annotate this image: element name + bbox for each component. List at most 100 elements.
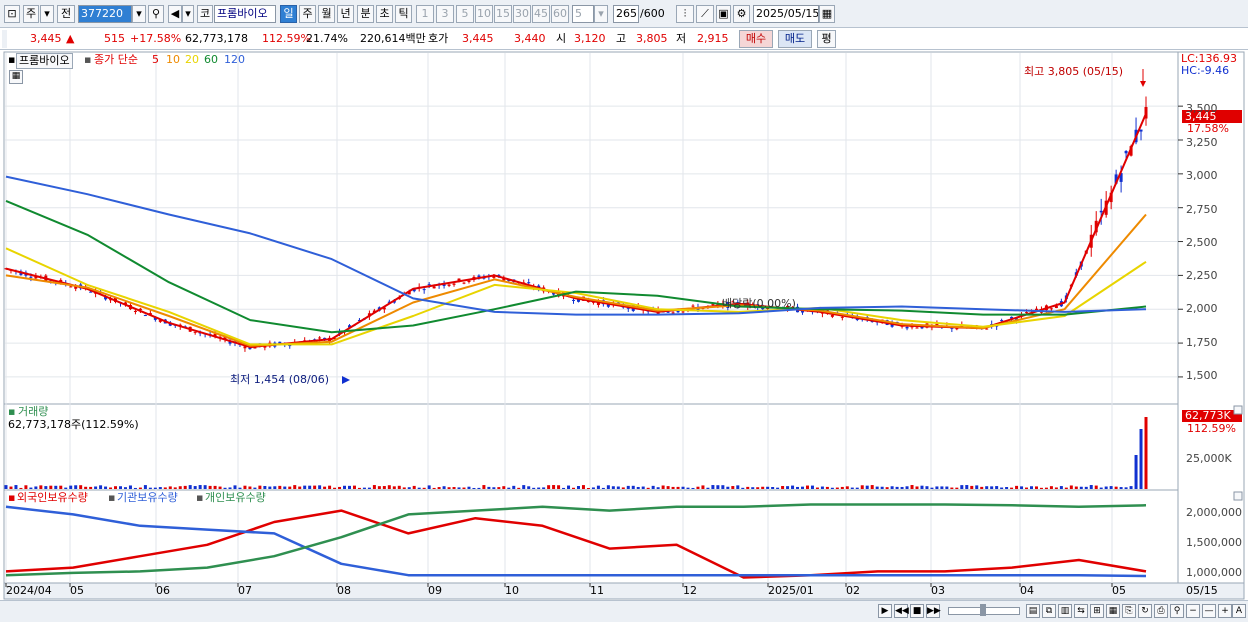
stop-icon[interactable]: ■ [910,604,924,618]
volume-bar-121 [606,485,610,489]
volume-bar-59 [298,486,302,489]
volume-bar-177 [885,487,889,489]
holding-panel-close-icon[interactable] [1233,491,1243,501]
calendar-icon[interactable]: ▦ [819,5,835,23]
buy-button[interactable]: 매수 [739,30,773,48]
ma-label: 종가 단순 [94,53,138,66]
zoom-out-icon[interactable]: − [1186,604,1200,618]
drawing-tool-icon[interactable]: ⟋ [696,5,714,23]
market-select[interactable]: 주 [23,5,39,23]
x-label-05: 05 [70,584,84,597]
volume-bar-12 [64,487,68,489]
capture-icon[interactable]: ⊞ [1090,604,1104,618]
institution-holding-legend: 기관보유수량 [117,491,178,504]
sell-button[interactable]: 매도 [778,30,812,48]
layout-icon[interactable]: ▤ [1026,604,1040,618]
speaker-icon[interactable]: ◀ [168,5,182,23]
chart-type-icon[interactable]: ⫶ [676,5,694,23]
volume-bar-185 [925,486,929,489]
zoom-slider-handle[interactable] [980,604,986,616]
data-count-input[interactable]: 265 [613,5,639,23]
price-panel-stock-label[interactable]: 프롬바이오 [16,53,73,69]
period-day[interactable]: 일 [280,5,297,23]
stock-code-input[interactable]: 377220 [78,5,132,23]
data-count-max: /600 [640,7,665,20]
speaker-dropdown-icon[interactable]: ▾ [182,5,194,23]
interval-5[interactable]: 5 [456,5,474,23]
period-minute[interactable]: 분 [357,5,374,23]
candle-body-136 [681,311,685,313]
volume-panel[interactable] [3,403,1179,491]
volume-bar-153 [766,486,770,489]
save-icon[interactable]: ▣ [716,5,731,23]
period-year[interactable]: 년 [337,5,354,23]
ma5-legend: 5 [152,53,159,66]
period-second[interactable]: 초 [376,5,393,23]
date-input[interactable]: 2025/05/15 [753,5,819,23]
window-icon[interactable]: ⊡ [4,5,20,23]
interval-60[interactable]: 60 [551,5,569,23]
interval-3[interactable]: 3 [436,5,454,23]
volume-bar-216 [1079,486,1083,489]
volume-bar-155 [776,487,780,489]
volume-bar-164 [820,486,824,489]
refresh-icon[interactable]: ↻ [1138,604,1152,618]
stock-chart[interactable] [0,51,1248,600]
interval-15[interactable]: 15 [494,5,512,23]
search-icon[interactable]: ⚲ [148,5,164,23]
zoom-reset-icon[interactable]: — [1202,604,1216,618]
price-panel[interactable] [3,51,1179,405]
scale-icon[interactable]: ⇆ [1074,604,1088,618]
interval-dropdown-icon[interactable]: ▾ [594,5,608,23]
prev-button[interactable]: 전 [57,5,75,23]
x-label-last-date: 05/15 [1186,584,1218,597]
zoom-in-icon[interactable]: + [1218,604,1232,618]
gear-icon[interactable]: ⚙ [733,5,750,23]
volume-bar-52 [263,486,267,489]
volume-bar-151 [756,487,760,489]
period-tick[interactable]: 틱 [395,5,412,23]
bar-chart-icon[interactable]: ▥ [1058,604,1072,618]
volume-bar-143 [716,485,720,489]
volume-bar-58 [293,485,297,489]
interval-30[interactable]: 30 [513,5,531,23]
candle-body-63 [318,337,322,339]
volume-bar-221 [1104,486,1108,489]
print-icon[interactable]: ⎙ [1154,604,1168,618]
volume-bar-54 [273,486,277,489]
font-size-icon[interactable]: A [1232,604,1246,618]
volume-bar-97 [487,486,491,489]
candle-body-95 [477,275,481,277]
fast-forward-icon[interactable]: ▶▶ [926,604,941,618]
interval-custom-input[interactable]: 5 [572,5,594,23]
interval-45[interactable]: 45 [532,5,550,23]
x-label-07: 07 [238,584,252,597]
volume-bar-78 [392,486,396,489]
compare-icon[interactable]: ⧉ [1042,604,1056,618]
interval-1[interactable]: 1 [416,5,434,23]
volume-bar-42 [213,485,217,489]
volume-panel-close-icon[interactable] [1233,405,1243,415]
volume-bar-170 [850,487,854,489]
interval-10[interactable]: 10 [475,5,493,23]
volume-bar-189 [945,486,949,489]
rewind-icon[interactable]: ◀◀ [894,604,909,618]
foreign-holding-legend: 외국인보유수량 [17,491,88,504]
panel-menu-icon[interactable]: ▪ [8,53,15,67]
volume-bar-136 [681,486,685,489]
period-week[interactable]: 주 [299,5,316,23]
volume-bar-178 [890,486,894,489]
search-zoom-icon[interactable]: ⚲ [1170,604,1184,618]
average-button[interactable]: 평 [817,30,836,48]
grid-icon[interactable]: ▦ [1106,604,1120,618]
period-month[interactable]: 월 [318,5,335,23]
calculator-icon[interactable]: ▦ [9,70,23,84]
volume-bar-50 [253,487,257,489]
code-dropdown-icon[interactable]: ▾ [132,5,146,23]
copy-icon[interactable]: ⎘ [1122,604,1136,618]
scroll-right-icon[interactable]: ▶ [878,604,892,618]
volume-bar-48 [243,485,247,489]
chevron-down-icon[interactable]: ▾ [40,5,54,23]
volume-bar-115 [576,486,580,489]
volume-bar-68 [343,485,347,489]
